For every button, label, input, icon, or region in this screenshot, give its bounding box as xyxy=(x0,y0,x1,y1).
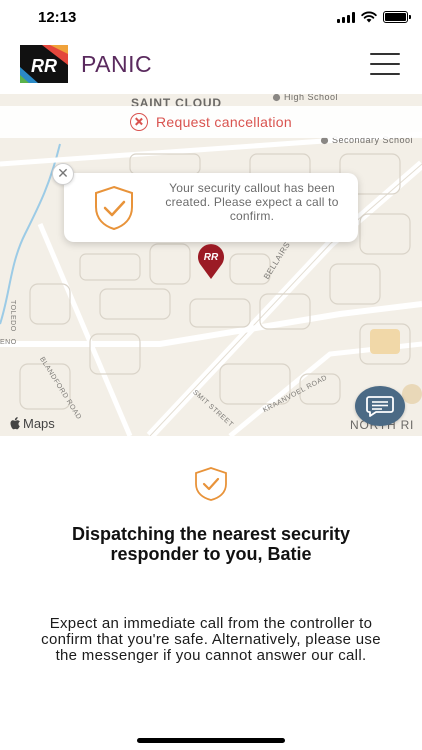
hamburger-line-icon xyxy=(370,63,400,65)
status-icons xyxy=(337,11,411,23)
home-indicator[interactable] xyxy=(137,738,285,743)
request-cancellation-label: Request cancellation xyxy=(156,114,292,130)
battery-icon xyxy=(383,11,411,23)
map-label-eno: ENO xyxy=(0,339,17,346)
location-pin-icon[interactable]: RR xyxy=(196,242,226,280)
dispatch-message: Expect an immediate call from the contro… xyxy=(41,615,381,664)
map-label-high-school: High School xyxy=(272,94,338,102)
map-view[interactable]: SAINT CLOUD High School Secondary School… xyxy=(0,94,422,436)
app-header: RR PANIC xyxy=(0,38,422,94)
status-time: 12:13 xyxy=(38,9,77,26)
dispatch-heading: Dispatching the nearest security respond… xyxy=(71,524,351,564)
map-label-toledo: TOLEDO xyxy=(9,300,16,332)
callout-close-button[interactable]: ✕ xyxy=(52,163,74,185)
shield-check-icon xyxy=(95,185,133,231)
app-logo: RR xyxy=(20,45,68,83)
close-icon: ✕ xyxy=(57,166,69,182)
app-title: PANIC xyxy=(81,51,153,77)
wifi-icon xyxy=(361,11,377,23)
pin-text: RR xyxy=(204,252,219,263)
status-bar: 12:13 xyxy=(0,0,422,38)
maps-attribution[interactable]: Maps xyxy=(10,416,55,431)
menu-button[interactable] xyxy=(370,53,400,75)
logo-text: RR xyxy=(31,56,57,76)
cancel-circle-icon xyxy=(130,113,148,131)
school-pin-icon xyxy=(272,94,281,102)
dispatch-panel: Dispatching the nearest security respond… xyxy=(0,436,422,750)
callout-message: Your security callout has been created. … xyxy=(165,181,339,223)
chat-icon xyxy=(366,396,394,417)
maps-attribution-label: Maps xyxy=(23,416,55,431)
messenger-button[interactable] xyxy=(355,386,405,426)
shield-check-icon xyxy=(195,467,227,501)
hamburger-line-icon xyxy=(370,73,400,75)
request-cancellation-button[interactable]: Request cancellation xyxy=(0,106,422,138)
apple-logo-icon xyxy=(10,417,20,430)
hamburger-line-icon xyxy=(370,53,400,55)
cellular-signal-icon xyxy=(337,11,355,23)
callout-popup: ✕ Your security callout has been created… xyxy=(52,163,358,242)
